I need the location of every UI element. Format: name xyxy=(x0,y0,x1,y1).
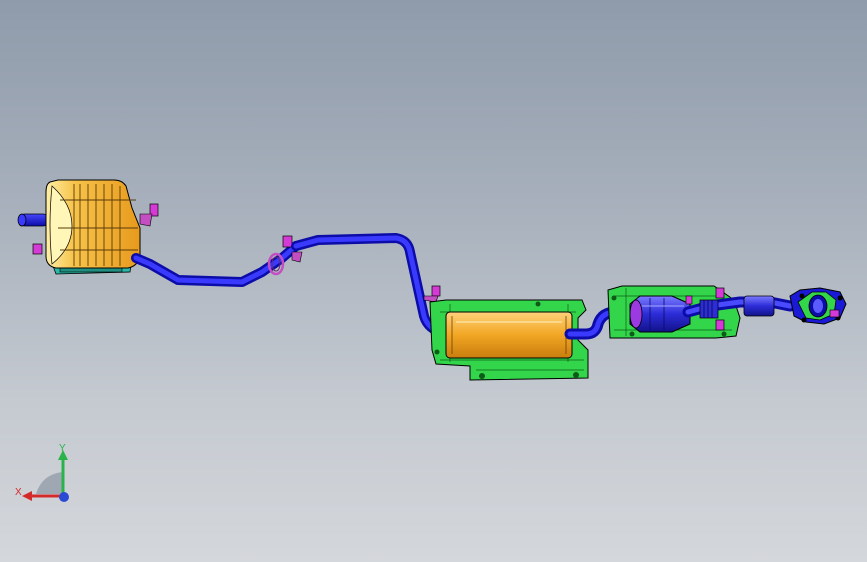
tailpipe[interactable] xyxy=(17,213,50,227)
center-muffler[interactable] xyxy=(445,311,573,359)
mid-hanger-bracket[interactable] xyxy=(423,285,441,303)
z-axis-dot xyxy=(59,492,69,502)
manifold-flange[interactable] xyxy=(789,287,847,325)
exhaust-system-model[interactable] xyxy=(0,0,867,562)
x-axis-label: X xyxy=(15,487,22,498)
triad-plane xyxy=(36,472,63,494)
view-orientation-triad[interactable]: X Y xyxy=(10,438,80,510)
y-axis-label: Y xyxy=(59,443,66,454)
catalytic-converter[interactable] xyxy=(629,295,691,333)
graphics-viewport[interactable]: X Y xyxy=(0,0,867,562)
